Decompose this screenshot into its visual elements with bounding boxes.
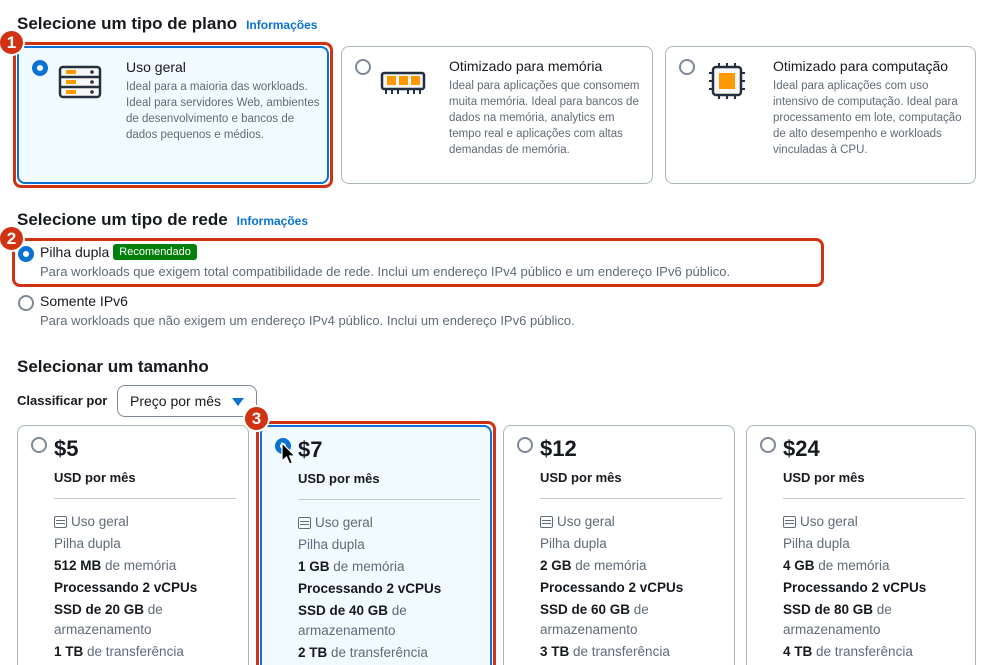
- size-section-title: Selecionar um tamanho: [17, 357, 209, 376]
- step-badge-3: 3: [243, 405, 270, 432]
- spec-network: Pilha dupla: [783, 536, 850, 551]
- spec-plan: Uso geral: [54, 514, 129, 529]
- spec-network: Pilha dupla: [540, 536, 607, 551]
- size-price: $12: [540, 436, 577, 461]
- spec-cpu: Processando 2 vCPUs: [540, 580, 684, 595]
- spec-transfer: 2 TB de transferência: [298, 645, 428, 660]
- spec-ssd: SSD de 20 GB de: [54, 602, 163, 617]
- spec-transfer: 4 TB de transferência: [783, 644, 913, 659]
- plan-name: Uso geral: [126, 59, 186, 75]
- caret-down-icon: [232, 398, 244, 406]
- divider: [298, 499, 480, 500]
- plan-radio-computacao[interactable]: [679, 59, 695, 75]
- size-card-12[interactable]: $12 USD por mês Uso geral Pilha dupla 2 …: [503, 425, 735, 665]
- network-label: Pilha dupla: [40, 244, 110, 260]
- spec-memory: 1 GB de memória: [298, 559, 405, 574]
- size-per-month: USD por mês: [54, 470, 136, 485]
- memory-icon: [380, 71, 426, 94]
- network-section-title: Selecione um tipo de rede Informações: [17, 210, 309, 229]
- network-radio-somente-ipv6[interactable]: [18, 295, 34, 311]
- size-price: $5: [54, 436, 79, 461]
- plan-name: Otimizado para computação: [773, 58, 949, 74]
- divider: [540, 498, 722, 499]
- size-price: $7: [298, 437, 323, 462]
- spec-memory: 4 GB de memória: [783, 558, 890, 573]
- spec-plan: Uso geral: [783, 514, 858, 529]
- spec-storage: armazenamento: [54, 622, 152, 637]
- cpu-icon: [709, 63, 745, 99]
- plan-desc: Ideal para a maioria das workloads. Idea…: [126, 81, 320, 141]
- spec-cpu: Processando 2 vCPUs: [54, 580, 198, 595]
- network-desc: Para workloads que exigem total compatib…: [40, 264, 731, 279]
- spec-network: Pilha dupla: [54, 536, 121, 551]
- server-small-icon: [540, 515, 553, 528]
- size-per-month: USD por mês: [298, 471, 380, 486]
- divider: [54, 498, 236, 499]
- spec-storage: armazenamento: [540, 622, 638, 637]
- size-card-5[interactable]: $5 USD por mês Uso geral Pilha dupla 512…: [17, 425, 249, 665]
- network-label: Somente IPv6: [40, 293, 128, 309]
- size-per-month: USD por mês: [540, 470, 622, 485]
- spec-ssd: SSD de 80 GB de: [783, 602, 892, 617]
- spec-network: Pilha dupla: [298, 537, 365, 552]
- plan-card-memoria[interactable]: Otimizado para memória Ideal para aplica…: [341, 46, 653, 184]
- spec-ssd: SSD de 60 GB de: [540, 602, 649, 617]
- size-per-month: USD por mês: [783, 470, 865, 485]
- plan-radio-memoria[interactable]: [355, 59, 371, 75]
- spec-cpu: Processando 2 vCPUs: [783, 580, 927, 595]
- server-icon: [58, 65, 102, 99]
- plan-section-title: Selecione um tipo de plano Informações: [17, 14, 318, 33]
- mouse-cursor-icon: [281, 442, 297, 465]
- network-desc: Para workloads que não exigem um endereç…: [40, 313, 575, 328]
- spec-transfer: 1 TB de transferência: [54, 644, 184, 659]
- spec-memory: 2 GB de memória: [540, 558, 647, 573]
- plan-info-link[interactable]: Informações: [246, 18, 317, 32]
- spec-memory: 512 MB de memória: [54, 558, 177, 573]
- divider: [783, 498, 965, 499]
- server-small-icon: [298, 516, 311, 529]
- server-small-icon: [783, 515, 796, 528]
- sort-value: Preço por mês: [130, 393, 222, 409]
- plan-desc: Ideal para aplicações que consomem muita…: [449, 80, 640, 156]
- recommended-badge: Recomendado: [113, 244, 197, 260]
- size-card-24[interactable]: $24 USD por mês Uso geral Pilha dupla 4 …: [746, 425, 976, 665]
- spec-plan: Uso geral: [540, 514, 615, 529]
- plan-name: Otimizado para memória: [449, 58, 603, 74]
- spec-storage: armazenamento: [298, 623, 396, 638]
- spec-plan: Uso geral: [298, 515, 373, 530]
- server-small-icon: [54, 515, 67, 528]
- size-radio[interactable]: [517, 437, 533, 453]
- sort-select[interactable]: Preço por mês: [117, 385, 257, 417]
- spec-cpu: Processando 2 vCPUs: [298, 581, 442, 596]
- plan-card-computacao[interactable]: Otimizado para computação Ideal para apl…: [665, 46, 976, 184]
- size-radio[interactable]: [760, 437, 776, 453]
- size-price: $24: [783, 436, 820, 461]
- sort-label: Classificar por: [17, 393, 108, 408]
- spec-storage: armazenamento: [783, 622, 881, 637]
- plan-radio-uso-geral[interactable]: [32, 60, 48, 76]
- spec-ssd: SSD de 40 GB de: [298, 603, 407, 618]
- plan-desc: Ideal para aplicações com uso intensivo …: [773, 80, 962, 156]
- plan-card-uso-geral[interactable]: Uso geral Ideal para a maioria das workl…: [17, 46, 329, 184]
- size-radio[interactable]: [31, 437, 47, 453]
- network-info-link[interactable]: Informações: [237, 214, 308, 228]
- spec-transfer: 3 TB de transferência: [540, 644, 670, 659]
